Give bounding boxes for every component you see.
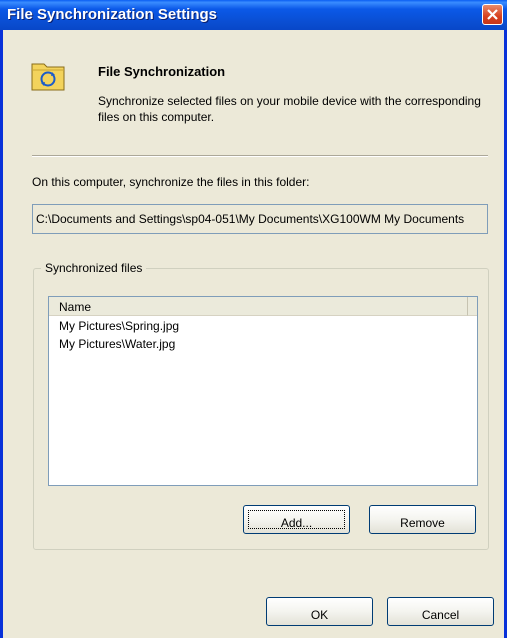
close-button[interactable] [482,4,503,25]
separator [32,155,488,157]
window-title: File Synchronization Settings [7,6,218,23]
ok-button[interactable]: OK [266,597,373,626]
column-header-filler [467,297,477,316]
synchronized-files-group-label: Synchronized files [41,261,147,275]
ok-button-label: OK [310,607,329,622]
add-button[interactable]: Add... [243,505,350,534]
title-bar[interactable]: File Synchronization Settings [0,0,507,30]
synchronized-files-list[interactable]: Name My Pictures\Spring.jpg My Pictures\… [48,296,478,486]
cancel-button-label: Cancel [421,607,460,622]
cancel-button[interactable]: Cancel [387,597,494,626]
folder-label: On this computer, synchronize the files … [32,175,310,189]
list-item[interactable]: My Pictures\Water.jpg [59,337,175,351]
section-heading: File Synchronization [98,64,226,79]
sync-folder-icon [31,63,65,91]
folder-path-field[interactable]: C:\Documents and Settings\sp04-051\My Do… [32,204,488,234]
focus-rect [248,510,345,529]
remove-button-label: Remove [400,515,445,530]
column-header-name[interactable]: Name [49,297,467,316]
list-item[interactable]: My Pictures\Spring.jpg [59,319,179,333]
dialog-window: File Synchronization Settings File Synch… [0,0,507,638]
remove-button[interactable]: Remove [369,505,476,534]
close-icon [487,9,498,20]
section-description: Synchronize selected files on your mobil… [98,94,481,124]
